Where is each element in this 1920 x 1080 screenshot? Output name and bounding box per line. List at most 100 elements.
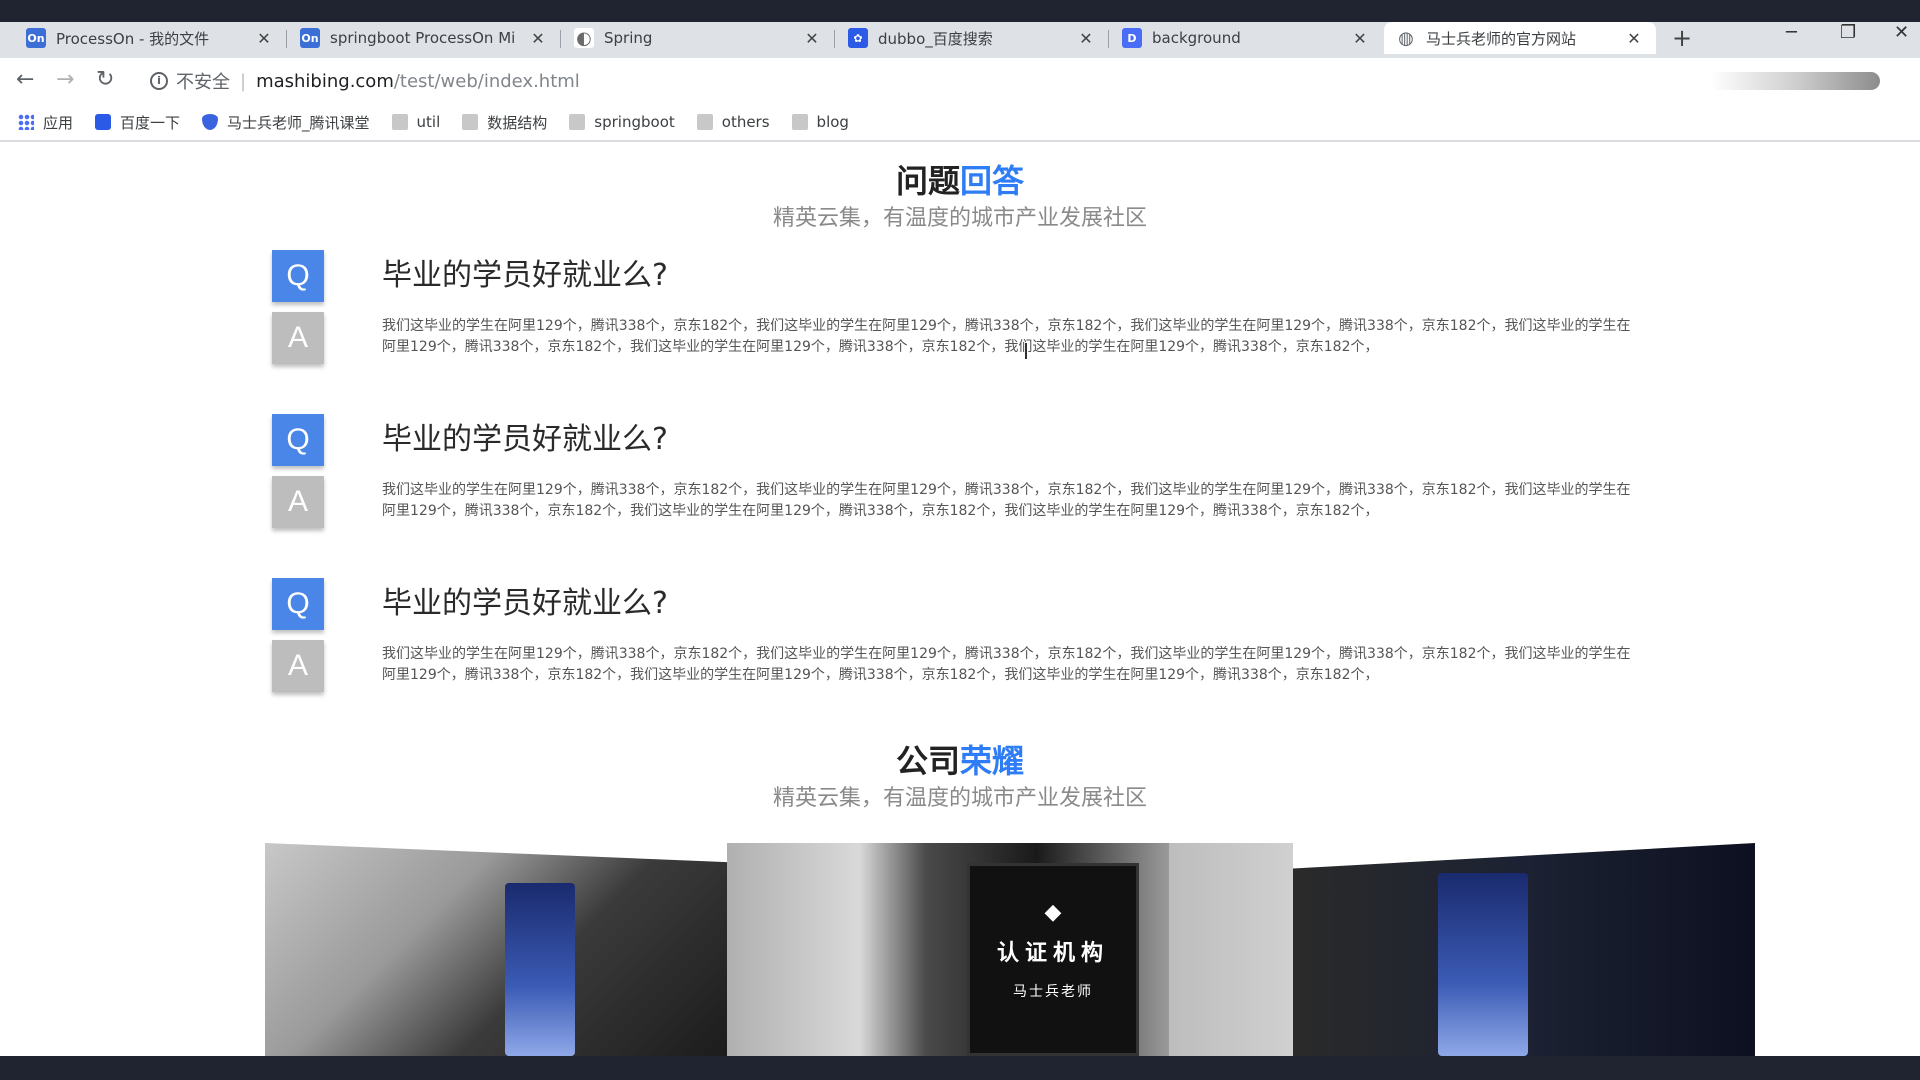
tab-title: ProcessOn - 我的文件 <box>56 29 210 48</box>
honors-section-subtitle: 精英云集，有温度的城市产业发展社区 <box>772 786 1147 811</box>
close-icon[interactable]: ✕ <box>1076 29 1096 48</box>
back-icon[interactable]: ← <box>16 67 34 92</box>
bookmark-tencent-classroom[interactable]: 马士兵老师_腾讯课堂 <box>202 112 370 133</box>
extension-area[interactable] <box>1710 72 1880 90</box>
qa-item: Q A 毕业的学员好就业么? 我们这毕业的学生在阿里129个，腾讯338个，京东… <box>272 578 1672 718</box>
folder-icon <box>791 114 808 130</box>
processon-icon: On <box>300 28 320 48</box>
tab-title: springboot ProcessOn Mi <box>330 29 516 47</box>
window-close-icon[interactable]: ✕ <box>1894 22 1909 43</box>
question-text: 毕业的学员好就业么? <box>382 258 668 293</box>
info-icon[interactable]: i <box>150 72 168 90</box>
bookmark-springboot[interactable]: springboot <box>569 113 675 131</box>
bookmark-blog[interactable]: blog <box>791 113 849 131</box>
answer-text: 我们这毕业的学生在阿里129个，腾讯338个，京东182个，我们这毕业的学生在阿… <box>382 318 1631 355</box>
tab-title: 马士兵老师的官方网站 <box>1426 29 1577 48</box>
title-accent: 荣耀 <box>960 742 1025 780</box>
answer-text: 我们这毕业的学生在阿里129个，腾讯338个，京东182个，我们这毕业的学生在阿… <box>382 646 1631 683</box>
qa-item: Q A 毕业的学员好就业么? 我们这毕业的学生在阿里129个，腾讯338个，京东… <box>272 250 1672 390</box>
address-divider: | <box>240 70 247 92</box>
honor-image-trophy-right <box>1293 843 1755 1056</box>
title-main: 公司 <box>895 742 960 780</box>
bookmark-label: util <box>416 113 441 131</box>
minimize-icon[interactable]: ─ <box>1786 22 1797 43</box>
close-icon[interactable]: ✕ <box>528 29 548 48</box>
title-main: 问题 <box>895 162 960 200</box>
honor-image-plaque: ◆ 认证机构 马士兵老师 <box>727 843 1169 1056</box>
qa-item: Q A 毕业的学员好就业么? 我们这毕业的学生在阿里129个，腾讯338个，京东… <box>272 414 1672 554</box>
url-path: /test/web/index.html <box>393 70 580 92</box>
bookmark-label: 马士兵老师_腾讯课堂 <box>227 113 370 132</box>
trophy-icon <box>1438 873 1528 1056</box>
web-page: 问题回答 精英云集，有温度的城市产业发展社区 Q A 毕业的学员好就业么? 我们… <box>0 144 1920 1056</box>
restore-icon[interactable]: ❐ <box>1840 22 1856 43</box>
plaque-name: 马士兵老师 <box>1013 984 1093 1000</box>
close-icon[interactable]: ✕ <box>254 29 274 48</box>
diamond-logo-icon: ◆ <box>1044 900 1062 925</box>
q-badge: Q <box>272 250 324 302</box>
bookmark-label: 数据结构 <box>487 113 548 132</box>
tab-title: Spring <box>604 29 653 47</box>
bookmarks-bar: 应用 百度一下 马士兵老师_腾讯课堂 util 数据结构 springboot … <box>0 104 1920 142</box>
address-bar[interactable]: i 不安全 | mashibing.com /test/web/index.ht… <box>142 63 1862 99</box>
tab-title: background <box>1152 29 1241 47</box>
question-text: 毕业的学员好就业么? <box>382 422 668 457</box>
honor-image-trophy-left <box>265 843 727 1056</box>
title-accent: 回答 <box>960 162 1025 200</box>
tab-background[interactable]: D background ✕ <box>1110 22 1382 54</box>
globe-icon: ◍ <box>1396 28 1416 49</box>
baidu-paw-icon: ✿ <box>848 28 868 48</box>
browser-toolbar: ← → ↻ i 不安全 | mashibing.com /test/web/in… <box>0 58 1920 104</box>
forward-icon[interactable]: → <box>56 67 74 92</box>
honors-carousel[interactable]: ◆ 认证机构 马士兵老师 <box>265 843 1755 1056</box>
qa-section-subtitle: 精英云集，有温度的城市产业发展社区 <box>772 206 1147 231</box>
certification-plaque: ◆ 认证机构 马士兵老师 <box>967 863 1139 1056</box>
tab-springboot-processon[interactable]: On springboot ProcessOn Mi ✕ <box>288 22 560 54</box>
close-icon[interactable]: ✕ <box>1624 29 1644 48</box>
close-icon[interactable]: ✕ <box>802 29 822 48</box>
new-tab-button[interactable]: + <box>1672 24 1692 52</box>
qa-section-title: 问题回答 <box>0 156 1920 202</box>
bookmark-label: 百度一下 <box>120 113 181 132</box>
bookmark-label: 应用 <box>43 113 74 132</box>
bookmark-apps[interactable]: 应用 <box>18 112 73 133</box>
bookmark-util[interactable]: util <box>391 113 441 131</box>
bookmark-others[interactable]: others <box>696 113 770 131</box>
a-badge: A <box>272 640 324 692</box>
tab-spring[interactable]: ◐ Spring ✕ <box>562 22 834 54</box>
trophy-icon <box>505 883 575 1056</box>
text-cursor <box>1025 343 1027 359</box>
spring-icon: ◐ <box>574 28 594 49</box>
processon-icon: On <box>26 28 46 48</box>
tab-dubbo-search[interactable]: ✿ dubbo_百度搜索 ✕ <box>836 22 1108 54</box>
bookmark-data-structures[interactable]: 数据结构 <box>462 112 547 133</box>
apps-grid-icon <box>18 114 34 130</box>
folder-icon <box>569 114 586 130</box>
bookmark-baidu[interactable]: 百度一下 <box>95 112 180 133</box>
tab-title: dubbo_百度搜索 <box>878 29 993 48</box>
honors-section-title: 公司荣耀 <box>0 736 1920 782</box>
tab-mashibing-active[interactable]: ◍ 马士兵老师的官方网站 ✕ <box>1384 22 1656 54</box>
folder-icon <box>462 114 479 130</box>
a-badge: A <box>272 312 324 364</box>
document-icon: D <box>1122 28 1142 48</box>
answer-text: 我们这毕业的学生在阿里129个，腾讯338个，京东182个，我们这毕业的学生在阿… <box>382 482 1631 519</box>
honor-image-gap <box>1169 843 1293 1056</box>
close-icon[interactable]: ✕ <box>1350 29 1370 48</box>
tab-processon[interactable]: On ProcessOn - 我的文件 ✕ <box>14 22 286 54</box>
bookmark-label: others <box>721 113 770 131</box>
baidu-icon <box>95 114 112 130</box>
q-badge: Q <box>272 414 324 466</box>
question-text: 毕业的学员好就业么? <box>382 586 668 621</box>
bookmark-label: springboot <box>594 113 675 131</box>
a-badge: A <box>272 476 324 528</box>
taskbar <box>0 1056 1920 1080</box>
plaque-heading: 认证机构 <box>996 941 1109 966</box>
tencent-classroom-icon <box>202 114 219 130</box>
q-badge: Q <box>272 578 324 630</box>
reload-icon[interactable]: ↻ <box>96 67 114 92</box>
bookmark-label: blog <box>816 113 849 131</box>
window-titlebar <box>0 0 1920 22</box>
url-host: mashibing.com <box>256 70 394 92</box>
folder-icon <box>391 114 408 130</box>
